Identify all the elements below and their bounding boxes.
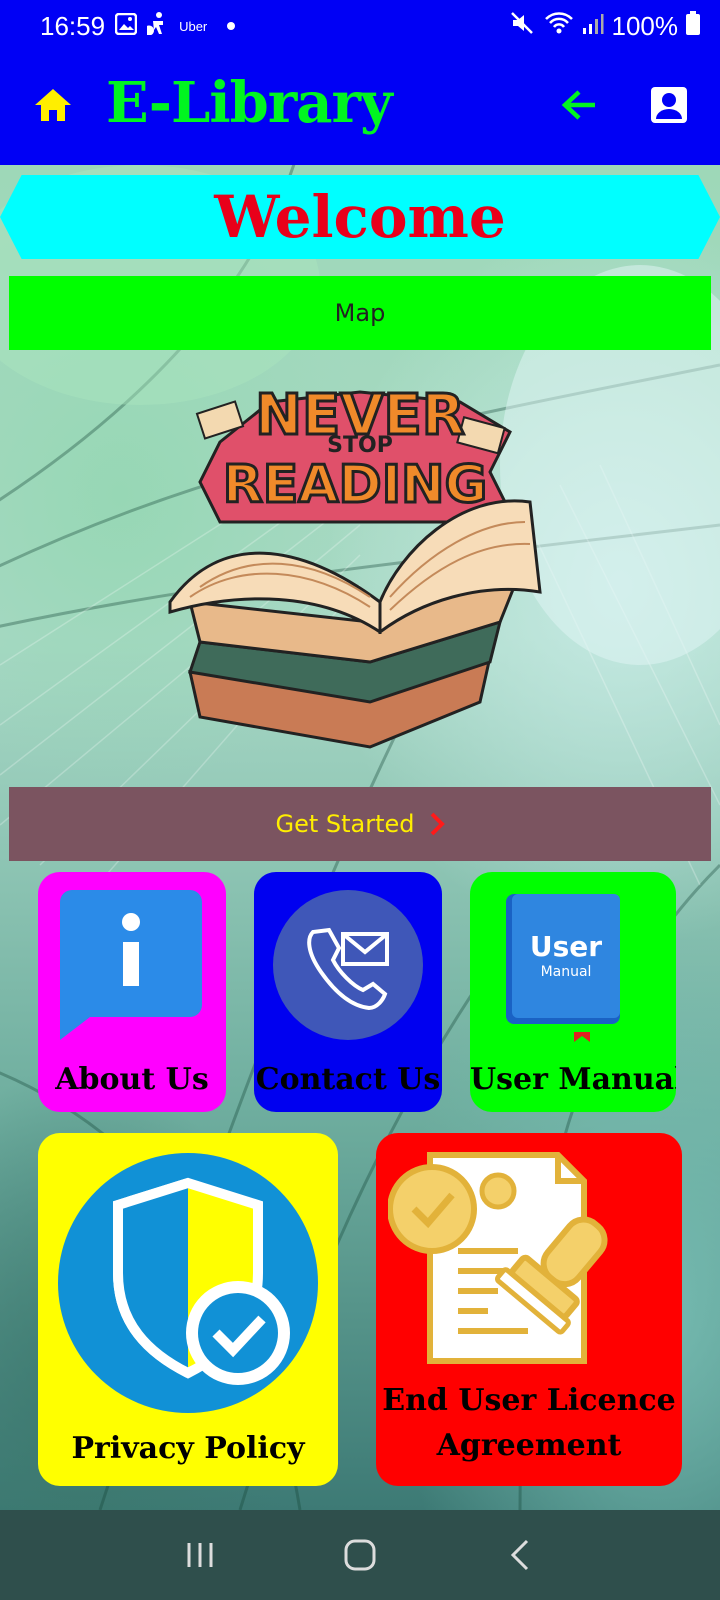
user-manual-book-icon: User Manual <box>506 894 620 1042</box>
battery-icon <box>686 10 700 42</box>
arrow-back-icon <box>561 90 595 120</box>
user-manual-label: User Manual <box>470 1062 676 1097</box>
app-bar: E-Library <box>0 52 720 165</box>
back-chevron-icon <box>510 1539 529 1571</box>
account-box-icon <box>651 87 687 123</box>
signal-icon <box>582 11 604 42</box>
privacy-policy-tile[interactable]: Privacy Policy <box>38 1133 338 1486</box>
recent-apps-button[interactable] <box>170 1525 230 1585</box>
license-document-icon <box>388 1152 608 1364</box>
privacy-policy-label: Privacy Policy <box>71 1431 305 1466</box>
contact-us-tile[interactable]: Contact Us <box>254 872 442 1112</box>
status-time: 16:59 <box>40 10 106 41</box>
about-us-tile[interactable]: About Us <box>38 872 226 1112</box>
home-nav-button[interactable] <box>330 1525 390 1585</box>
shield-check-icon <box>58 1153 318 1413</box>
contact-us-label: Contact Us <box>255 1062 441 1097</box>
welcome-banner: Welcome <box>0 175 720 259</box>
uber-notification-label: Uber <box>179 18 208 34</box>
eula-tile[interactable]: End User Licence Agreement <box>376 1133 682 1486</box>
never-stop-reading-image: NEVER STOP READING <box>160 372 560 772</box>
mute-icon <box>510 11 536 42</box>
more-notifications-dot <box>227 22 236 30</box>
get-started-label: Get Started <box>275 810 415 838</box>
hero-reading: READING <box>223 455 488 515</box>
home-icon <box>35 89 71 121</box>
home-circle-icon <box>344 1539 376 1571</box>
eula-label-line1: End User Licence <box>382 1383 676 1418</box>
recent-apps-icon <box>187 1543 213 1567</box>
chevron-right-icon <box>430 812 445 836</box>
battery-level: 100% <box>611 10 679 41</box>
app-title: E-Library <box>106 70 393 136</box>
welcome-text: Welcome <box>214 183 506 251</box>
eula-label-line2: Agreement <box>436 1428 622 1463</box>
home-button[interactable] <box>30 82 76 128</box>
manual-icon-text-manual: Manual <box>541 964 592 980</box>
profile-button[interactable] <box>646 82 692 128</box>
status-bar: 16:59 Uber 100% <box>0 0 720 52</box>
accessibility-notification-icon <box>144 11 169 42</box>
user-manual-tile[interactable]: User Manual User Manual <box>470 872 676 1112</box>
about-us-label: About Us <box>55 1062 209 1097</box>
manual-icon-text-user: User <box>530 930 602 963</box>
system-navigation-bar <box>0 1510 720 1600</box>
back-button[interactable] <box>556 82 602 128</box>
phone-mail-icon <box>273 890 423 1040</box>
wifi-icon <box>544 11 574 42</box>
get-started-button[interactable]: Get Started <box>9 787 711 861</box>
map-button[interactable]: Map <box>9 276 711 350</box>
info-icon <box>60 890 202 1040</box>
back-nav-button[interactable] <box>490 1525 550 1585</box>
gallery-notification-icon <box>114 11 138 42</box>
